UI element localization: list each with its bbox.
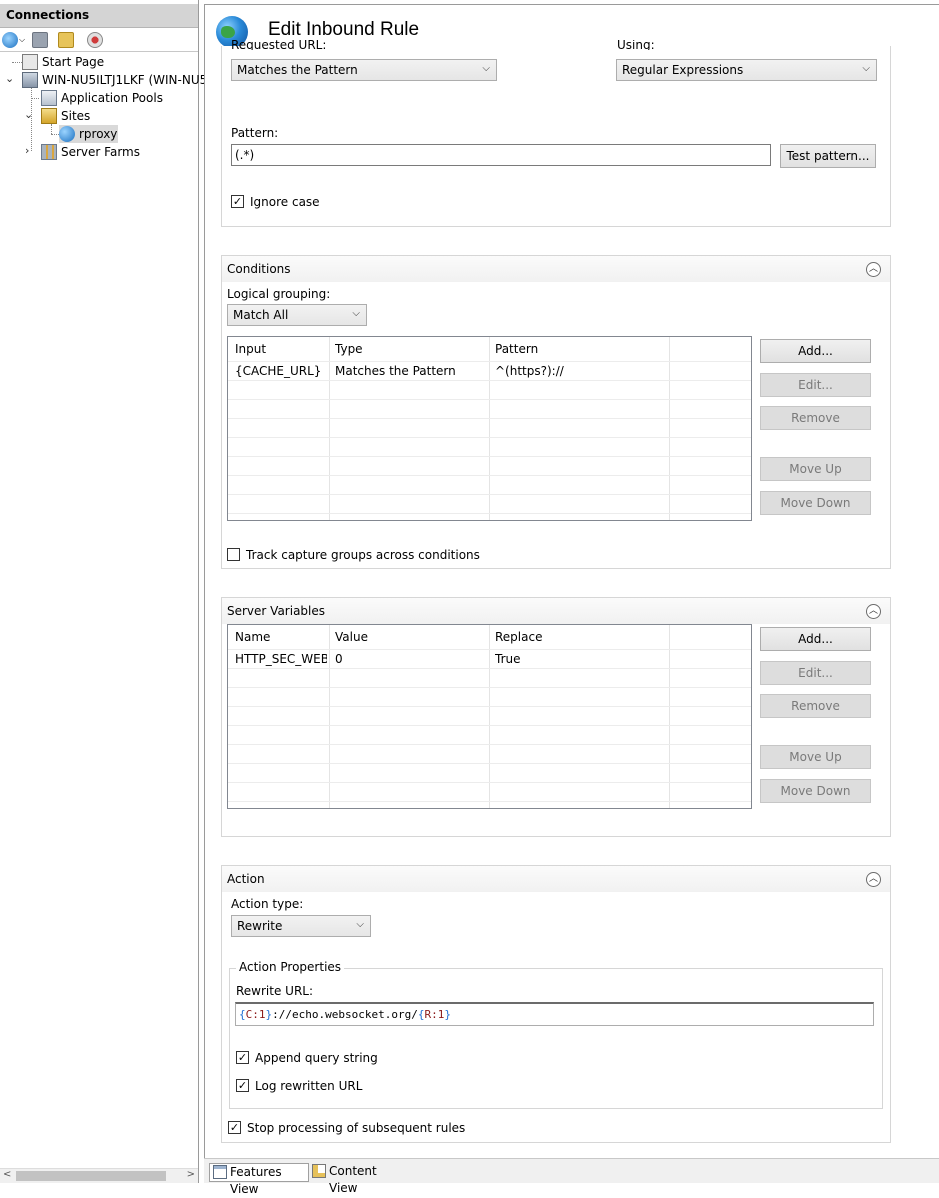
conditions-move-down-button[interactable]: Move Down [760, 491, 871, 515]
expand-server-chevron-icon[interactable]: ⌄ [5, 72, 14, 85]
using-label: Using: [617, 40, 655, 50]
track-capture-checkbox[interactable] [227, 548, 240, 561]
requested-url-label: Requested URL: [231, 40, 327, 50]
column-header-name[interactable]: Name [235, 630, 270, 644]
view-tabs-bar: Features View Content View [204, 1158, 939, 1196]
tree-line [51, 134, 59, 135]
server-variables-title: Server Variables [227, 604, 326, 618]
conditions-remove-button[interactable]: Remove [760, 406, 871, 430]
conditions-collapse-icon[interactable]: ︿ [866, 262, 881, 277]
chevron-down-icon: ⌵ [352, 308, 360, 319]
tree-line [31, 98, 39, 99]
conditions-header: Conditions [222, 256, 890, 282]
site-globe-icon [59, 126, 75, 142]
table-row-cell[interactable]: HTTP_SEC_WEB... [235, 652, 327, 666]
action-type-select[interactable]: Rewrite ⌵ [231, 915, 371, 937]
content-view-icon [312, 1164, 326, 1178]
column-header-type[interactable]: Type [335, 342, 363, 356]
server-variables-remove-button[interactable]: Remove [760, 694, 871, 718]
column-header-value[interactable]: Value [335, 630, 368, 644]
chevron-down-icon: ⌵ [356, 919, 364, 930]
conditions-title: Conditions [227, 262, 291, 276]
connections-toolbar: ⌵ [0, 29, 198, 52]
tab-content-view[interactable]: Content View [309, 1163, 409, 1195]
expand-sites-chevron-icon[interactable]: ⌄ [24, 108, 33, 121]
table-row-cell[interactable]: ^(https?):// [495, 364, 667, 378]
chevron-down-icon: ⌵ [862, 63, 870, 74]
action-collapse-icon[interactable]: ︿ [866, 872, 881, 887]
stop-processing-checkbox[interactable]: ✓ [228, 1121, 241, 1134]
scroll-thumb[interactable] [16, 1171, 166, 1181]
pattern-label: Pattern: [231, 126, 279, 140]
disconnect-icon[interactable] [87, 32, 103, 48]
server-variables-collapse-icon[interactable]: ︿ [866, 604, 881, 619]
scroll-left-icon[interactable]: < [3, 1169, 11, 1180]
save-icon[interactable] [32, 32, 48, 48]
server-variables-header: Server Variables [222, 598, 890, 624]
table-row-cell[interactable]: {CACHE_URL} [235, 364, 327, 378]
folder-up-icon[interactable] [58, 32, 74, 48]
connections-pane: Connections ⌵ Start Page ⌄ WIN-NU5ILTJ1L… [0, 0, 211, 1183]
rewrite-url-input[interactable]: {C:1}://echo.websocket.org/{R:1} [235, 1002, 874, 1026]
scroll-right-icon[interactable]: > [187, 1169, 195, 1180]
stop-processing-label: Stop processing of subsequent rules [247, 1121, 466, 1135]
logical-grouping-select[interactable]: Match All ⌵ [227, 304, 367, 326]
tree-item-rproxy[interactable]: rproxy [59, 125, 118, 143]
server-variables-add-button[interactable]: Add... [760, 627, 871, 651]
column-header-replace[interactable]: Replace [495, 630, 542, 644]
conditions-move-up-button[interactable]: Move Up [760, 457, 871, 481]
server-farms-icon [41, 144, 57, 160]
log-rewritten-checkbox[interactable]: ✓ [236, 1079, 249, 1092]
using-select[interactable]: Regular Expressions ⌵ [616, 59, 877, 81]
conditions-grid[interactable]: Input Type Pattern {CACHE_URL} Matches t… [227, 336, 752, 521]
page-title: Edit Inbound Rule [268, 19, 420, 40]
conditions-add-button[interactable]: Add... [760, 339, 871, 363]
append-query-checkbox[interactable]: ✓ [236, 1051, 249, 1064]
application-pools-icon [41, 90, 57, 106]
action-title: Action [227, 872, 265, 886]
pattern-input[interactable]: (.*) [231, 144, 771, 166]
ignore-case-label: Ignore case [250, 195, 320, 209]
rewrite-url-label: Rewrite URL: [236, 984, 314, 998]
column-header-pattern[interactable]: Pattern [495, 342, 538, 356]
connections-horizontal-scrollbar[interactable]: < > [0, 1168, 198, 1183]
features-view-icon [213, 1165, 227, 1179]
tree-line [12, 62, 22, 63]
connect-globe-icon[interactable] [2, 32, 18, 48]
table-row-cell[interactable]: 0 [335, 652, 487, 666]
action-properties-title: Action Properties [236, 960, 345, 974]
action-header: Action [222, 866, 890, 892]
test-pattern-button[interactable]: Test pattern... [780, 144, 876, 168]
conditions-edit-button[interactable]: Edit... [760, 373, 871, 397]
table-row-cell[interactable]: Matches the Pattern [335, 364, 487, 378]
log-rewritten-label: Log rewritten URL [255, 1079, 363, 1093]
tab-features-view[interactable]: Features View [209, 1163, 309, 1196]
start-page-icon [22, 54, 38, 70]
column-header-input[interactable]: Input [235, 342, 266, 356]
server-variables-move-down-button[interactable]: Move Down [760, 779, 871, 803]
server-icon [22, 72, 38, 88]
connect-dropdown-icon[interactable]: ⌵ [19, 35, 25, 45]
server-variables-grid[interactable]: Name Value Replace HTTP_SEC_WEB... 0 Tru… [227, 624, 752, 809]
server-variables-move-up-button[interactable]: Move Up [760, 745, 871, 769]
track-capture-label: Track capture groups across conditions [246, 548, 480, 562]
tree-line [51, 124, 52, 134]
sites-folder-icon [41, 108, 57, 124]
append-query-label: Append query string [255, 1051, 378, 1065]
logical-grouping-label: Logical grouping: [227, 287, 331, 301]
table-row-cell[interactable]: True [495, 652, 667, 666]
action-type-label: Action type: [231, 897, 304, 911]
expand-server-farms-chevron-icon[interactable]: › [25, 144, 29, 157]
chevron-down-icon: ⌵ [482, 63, 490, 74]
requested-url-select[interactable]: Matches the Pattern ⌵ [231, 59, 497, 81]
server-variables-edit-button[interactable]: Edit... [760, 661, 871, 685]
ignore-case-checkbox[interactable]: ✓ [231, 195, 244, 208]
connections-header: Connections [0, 4, 198, 28]
